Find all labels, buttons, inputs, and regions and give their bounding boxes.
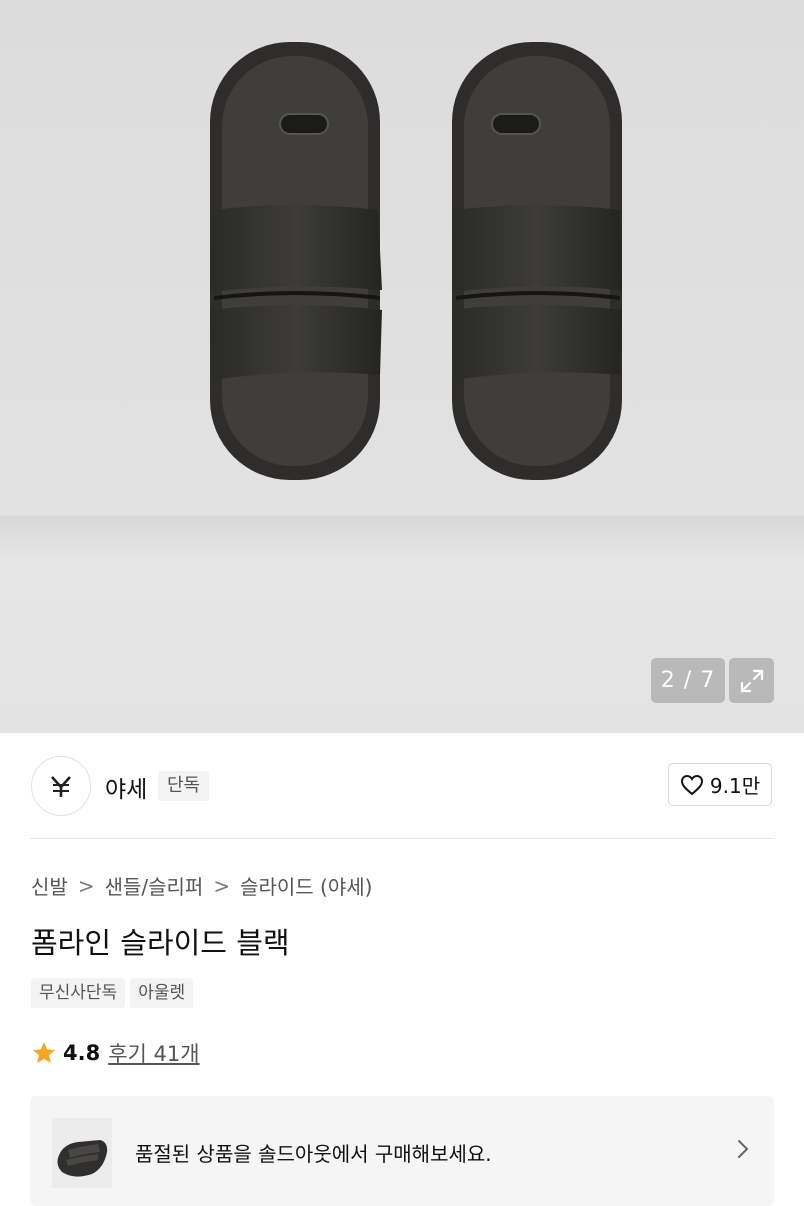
soldout-banner[interactable]: 품절된 상품을 솔드아웃에서 구매해보세요.	[30, 1096, 774, 1206]
tag-musinsa-exclusive: 무신사단독	[31, 978, 126, 1008]
soldout-banner-text: 품절된 상품을 솔드아웃에서 구매해보세요.	[135, 1142, 492, 1166]
breadcrumb-separator: >	[213, 873, 231, 898]
breadcrumb-item-shoes[interactable]: 신발	[31, 871, 68, 900]
like-button[interactable]: 9.1만	[668, 763, 772, 806]
star-icon	[32, 1041, 56, 1063]
breadcrumb: 신발 > 샌들/슬리퍼 > 슬라이드 (야세)	[31, 871, 372, 900]
divider	[30, 838, 774, 839]
expand-icon	[740, 669, 763, 692]
brand-logo[interactable]	[31, 756, 91, 816]
image-counter: 2 / 7	[651, 658, 725, 703]
heart-icon	[680, 774, 703, 795]
brand-name[interactable]: 야세	[105, 770, 147, 804]
like-count: 9.1만	[709, 774, 761, 798]
exclusive-badge: 단독	[158, 771, 210, 801]
product-title: 폼라인 슬라이드 블랙	[31, 926, 290, 960]
tag-outlet: 아울렛	[130, 978, 194, 1008]
expand-button[interactable]	[729, 658, 774, 703]
product-image	[210, 42, 622, 480]
breadcrumb-separator: >	[77, 873, 95, 898]
breadcrumb-item-slides[interactable]: 슬라이드 (야세)	[240, 871, 372, 900]
brand-logo-mark	[51, 776, 71, 797]
banner-thumbnail	[52, 1118, 112, 1188]
sandal-thumbnail-image	[57, 1140, 108, 1177]
chevron-right-icon	[734, 1138, 752, 1164]
reviews-link[interactable]: 후기 41개	[108, 1038, 199, 1068]
product-tags: 무신사단독 아울렛	[31, 978, 194, 1008]
left-sandal	[210, 42, 382, 480]
rating-score: 4.8	[63, 1041, 101, 1065]
right-sandal	[452, 42, 622, 480]
breadcrumb-item-sandals[interactable]: 샌들/슬리퍼	[105, 871, 204, 900]
product-image-gallery[interactable]: 2 / 7	[0, 0, 804, 733]
rating-row: 4.8 후기 41개	[31, 1038, 200, 1068]
